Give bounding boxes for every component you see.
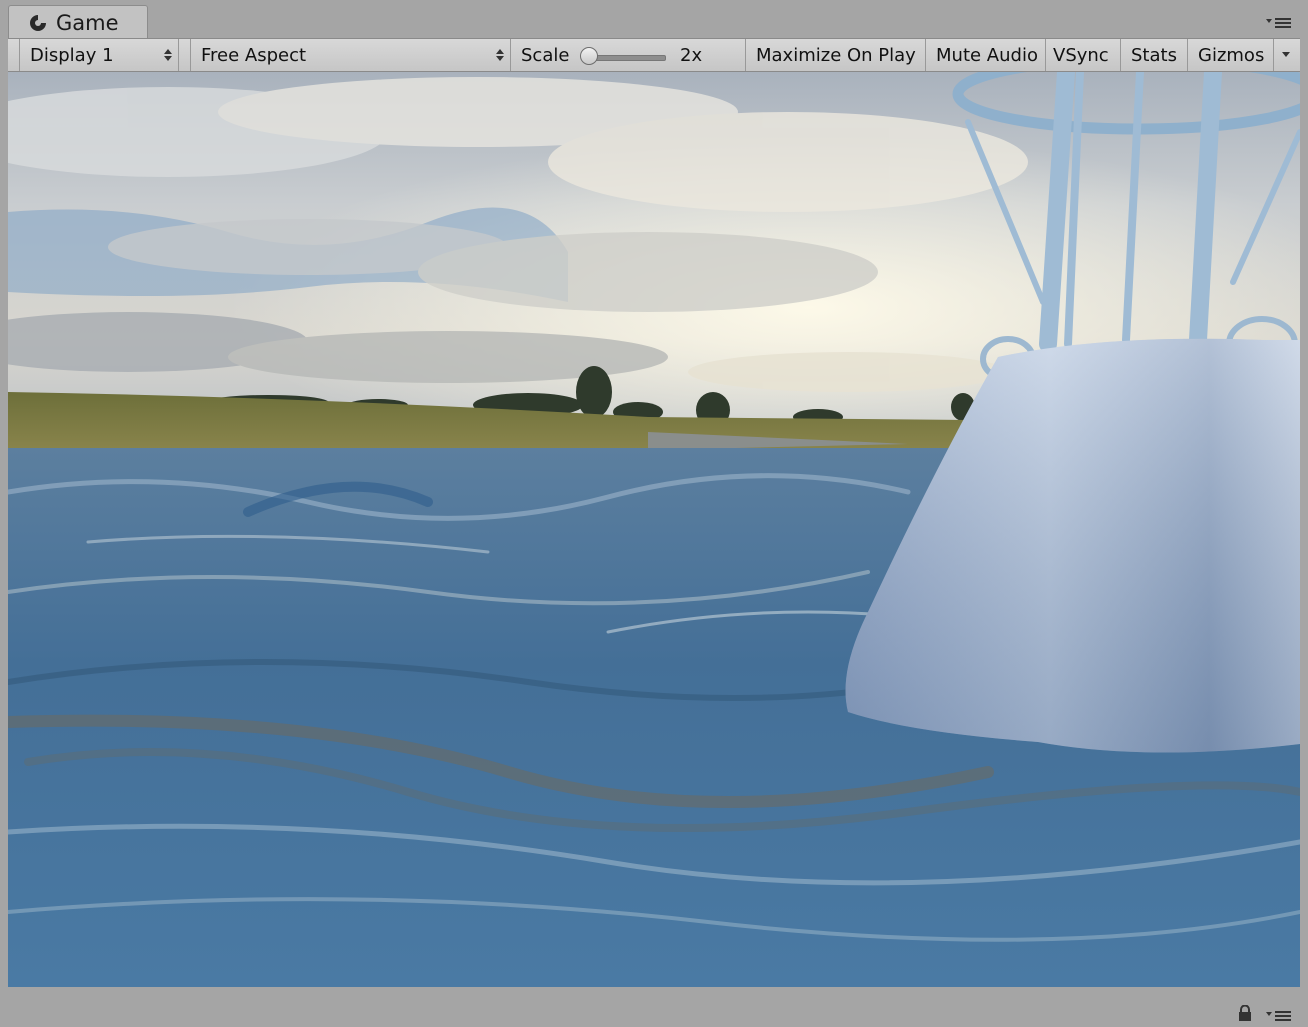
stats-label: Stats xyxy=(1131,44,1177,66)
chevron-down-icon xyxy=(1282,52,1290,57)
gizmos-toggle[interactable]: Gizmos xyxy=(1188,39,1274,71)
display-dropdown-label: Display 1 xyxy=(30,44,114,66)
aspect-dropdown-label: Free Aspect xyxy=(201,44,307,66)
maximize-on-play-toggle[interactable]: Maximize On Play xyxy=(746,39,926,71)
gizmos-label: Gizmos xyxy=(1198,44,1265,66)
scale-label: Scale xyxy=(521,44,570,66)
gizmos-dropdown[interactable] xyxy=(1274,39,1298,71)
mute-audio-toggle[interactable]: Mute Audio xyxy=(926,39,1046,71)
updown-arrow-icon xyxy=(496,49,504,61)
unity-game-icon xyxy=(30,14,46,31)
updown-arrow-icon xyxy=(164,49,172,61)
stats-toggle[interactable]: Stats xyxy=(1121,39,1188,71)
vsync-toggle[interactable]: VSync xyxy=(1046,39,1121,71)
game-viewport[interactable] xyxy=(8,72,1300,987)
lock-icon[interactable] xyxy=(1238,1005,1252,1022)
game-render xyxy=(8,72,1300,987)
scale-slider-thumb[interactable] xyxy=(580,47,598,65)
tab-label: Game xyxy=(56,10,119,35)
context-menu-icon[interactable] xyxy=(1266,1009,1294,1023)
vsync-label: VSync xyxy=(1053,44,1109,66)
scale-value: 2x xyxy=(680,44,703,66)
display-dropdown[interactable]: Display 1 xyxy=(20,39,179,71)
mute-audio-label: Mute Audio xyxy=(936,44,1038,66)
aspect-dropdown[interactable]: Free Aspect xyxy=(191,39,511,71)
tab-bar: Game xyxy=(0,0,1308,39)
tab-game[interactable]: Game xyxy=(8,5,148,39)
maximize-on-play-label: Maximize On Play xyxy=(756,44,916,66)
toolbar-separator xyxy=(179,39,191,71)
status-bar xyxy=(0,987,1308,1027)
game-toolbar: Display 1 Free Aspect Scale 2x Maximize … xyxy=(8,38,1300,72)
toolbar-grip xyxy=(8,39,20,71)
context-menu-icon[interactable] xyxy=(1266,15,1294,31)
